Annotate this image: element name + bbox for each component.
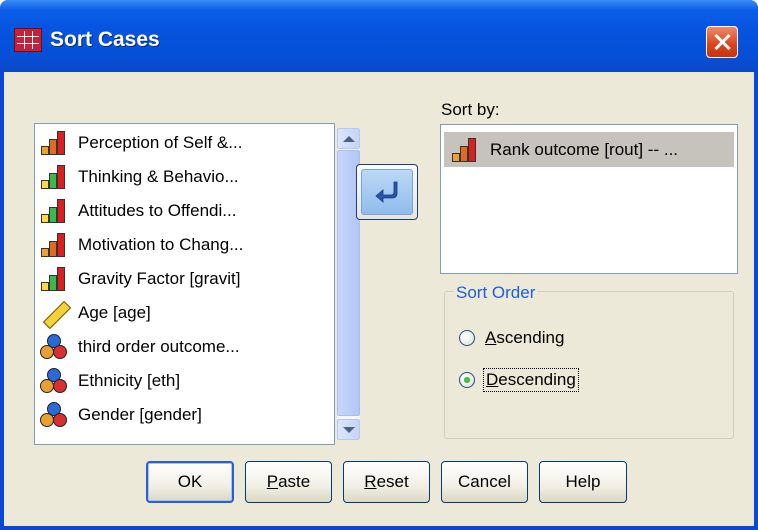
sort-by-list[interactable]: Rank outcome [rout] -- ... bbox=[440, 124, 738, 274]
move-arrow-box bbox=[361, 169, 413, 215]
list-item[interactable]: Perception of Self &... bbox=[39, 126, 301, 160]
scroll-up-button[interactable] bbox=[337, 128, 360, 149]
reset-button[interactable]: Reset bbox=[343, 461, 430, 503]
variable-label: Age [age] bbox=[78, 303, 151, 322]
sort-cases-icon bbox=[14, 28, 42, 52]
list-item[interactable]: Attitudes to Offendi... bbox=[39, 194, 301, 228]
help-button[interactable]: Help bbox=[539, 461, 627, 503]
list-item[interactable]: Ethnicity [eth] bbox=[39, 364, 301, 398]
move-to-sort-by-button[interactable] bbox=[356, 164, 418, 220]
list-item[interactable]: Age [age] bbox=[39, 296, 301, 330]
paste-button[interactable]: Paste bbox=[245, 461, 332, 503]
cancel-button[interactable]: Cancel bbox=[441, 461, 528, 503]
sort-by-label: Sort by: bbox=[441, 100, 500, 119]
variable-label: Attitudes to Offendi... bbox=[78, 201, 237, 220]
ruler-icon bbox=[39, 300, 69, 326]
descending-label: Descending bbox=[483, 368, 579, 392]
variable-label: Gender [gender] bbox=[78, 405, 202, 424]
nominal-balls-icon bbox=[39, 402, 69, 428]
sort-order-group bbox=[444, 291, 734, 439]
window-title: Sort Cases bbox=[50, 28, 160, 51]
variable-label: Perception of Self &... bbox=[78, 133, 243, 152]
list-item[interactable]: Gravity Factor [gravit] bbox=[39, 262, 301, 296]
descending-radio[interactable]: Descending bbox=[459, 368, 579, 392]
ok-button[interactable]: OK bbox=[146, 461, 234, 503]
sort-by-item[interactable]: Rank outcome [rout] -- ... bbox=[444, 132, 734, 167]
rank-bars-icon bbox=[450, 137, 480, 163]
variable-list[interactable]: Perception of Self &... Thinking & Behav… bbox=[34, 123, 360, 445]
variable-label: third order outcome... bbox=[78, 337, 240, 356]
ascending-label: Ascending bbox=[485, 328, 565, 347]
radio-circle[interactable] bbox=[459, 330, 475, 346]
sort-by-item-label: Rank outcome [rout] -- ... bbox=[490, 139, 679, 159]
rank-bars-icon bbox=[39, 130, 69, 156]
list-item[interactable]: Thinking & Behavio... bbox=[39, 160, 301, 194]
list-item[interactable]: Motivation to Chang... bbox=[39, 228, 301, 262]
list-item[interactable]: Gender [gender] bbox=[39, 398, 301, 432]
ascending-radio[interactable]: Ascending bbox=[459, 327, 566, 349]
rank-bars-green-icon bbox=[39, 266, 69, 292]
rank-bars-green-icon bbox=[39, 164, 69, 190]
variable-label: Gravity Factor [gravit] bbox=[78, 269, 241, 288]
nominal-balls-icon bbox=[39, 368, 69, 394]
variable-label: Ethnicity [eth] bbox=[78, 371, 181, 390]
scroll-down-button[interactable] bbox=[337, 419, 360, 440]
variable-label: Thinking & Behavio... bbox=[78, 167, 239, 186]
title-bar[interactable]: Sort Cases bbox=[0, 0, 758, 72]
variable-label: Motivation to Chang... bbox=[78, 235, 244, 254]
rank-bars-icon bbox=[39, 232, 69, 258]
rank-bars-green-icon bbox=[39, 198, 69, 224]
close-button[interactable] bbox=[706, 26, 738, 58]
radio-circle-checked[interactable] bbox=[459, 372, 475, 388]
list-item[interactable]: third order outcome... bbox=[39, 330, 301, 364]
sort-order-legend: Sort Order bbox=[454, 283, 538, 303]
curved-arrow-icon bbox=[375, 181, 398, 203]
nominal-balls-icon bbox=[39, 334, 69, 360]
